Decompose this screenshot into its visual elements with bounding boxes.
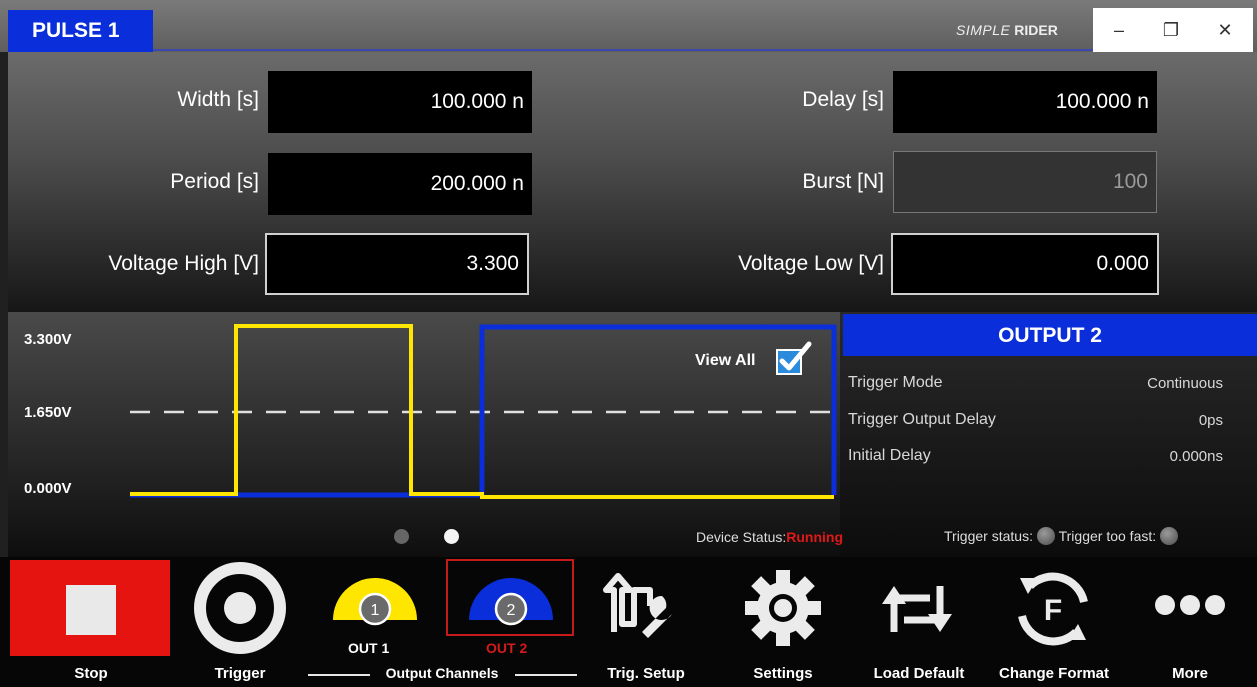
trigger-mode-label: Trigger Mode: [848, 374, 943, 391]
pulse-rider-app: PULSE 1 SIMPLE RIDER – ❐ ✕ Width [s] 100…: [0, 0, 1257, 687]
trigger-status-label: Trigger status:: [944, 528, 1033, 544]
trigger-mode-value: Continuous: [1147, 375, 1223, 392]
more-label: More: [1172, 665, 1208, 682]
trigger-button[interactable]: [190, 560, 290, 656]
output-channels-label: Output Channels: [385, 665, 499, 681]
page-dot-1[interactable]: [394, 529, 409, 544]
trigger-dot-icon: [224, 592, 256, 624]
device-status: Device Status:Running: [696, 529, 843, 545]
trigger-label: Trigger: [214, 665, 266, 682]
wrench-icon: [642, 595, 672, 638]
out1-label: OUT 1: [348, 640, 390, 656]
change-format-label: Change Format: [998, 665, 1109, 682]
trig-setup-label: Trig. Setup: [607, 665, 685, 682]
more-button[interactable]: [1150, 590, 1230, 620]
settings-button[interactable]: [738, 564, 828, 654]
trigger-too-fast-label: Trigger too fast:: [1058, 528, 1157, 544]
view-all-checkbox[interactable]: [776, 341, 812, 377]
output-title: OUTPUT 2: [843, 314, 1257, 356]
device-status-label: Device Status:: [696, 529, 787, 545]
more-dots-icon: [1155, 595, 1225, 615]
out1-number: 1: [371, 602, 380, 619]
trig-setup-button[interactable]: [600, 566, 690, 650]
out2-label: OUT 2: [486, 640, 528, 656]
output-channels-right-line: [515, 674, 577, 676]
trig-setup-pulse-icon: [603, 573, 653, 632]
trigger-status-led-icon: [1036, 527, 1055, 545]
format-letter-icon: F: [1044, 594, 1062, 627]
settings-label: Settings: [753, 665, 813, 682]
initial-delay-label: Initial Delay: [848, 447, 931, 464]
trigger-status: Trigger status: Trigger too fast:: [944, 527, 1179, 545]
gear-icon: [745, 570, 821, 646]
out1-button[interactable]: 1: [330, 564, 420, 634]
out2-number: 2: [507, 602, 516, 619]
device-status-value: Running: [786, 529, 844, 545]
stop-label: Stop: [74, 665, 108, 682]
output-channels-left-line: [308, 674, 370, 676]
out2-button[interactable]: 2: [466, 564, 556, 634]
change-format-button[interactable]: F: [1008, 564, 1098, 654]
load-default-button[interactable]: [872, 572, 962, 646]
load-default-label: Load Default: [873, 665, 965, 682]
view-all-label: View All: [695, 352, 756, 369]
stop-icon: [66, 585, 116, 635]
page-dot-2[interactable]: [444, 529, 459, 544]
trigger-too-fast-led-icon: [1160, 527, 1179, 545]
initial-delay-value: 0.000ns: [1169, 448, 1223, 465]
trigger-output-delay-label: Trigger Output Delay: [848, 411, 996, 428]
trigger-output-delay-value: 0ps: [1198, 412, 1223, 429]
